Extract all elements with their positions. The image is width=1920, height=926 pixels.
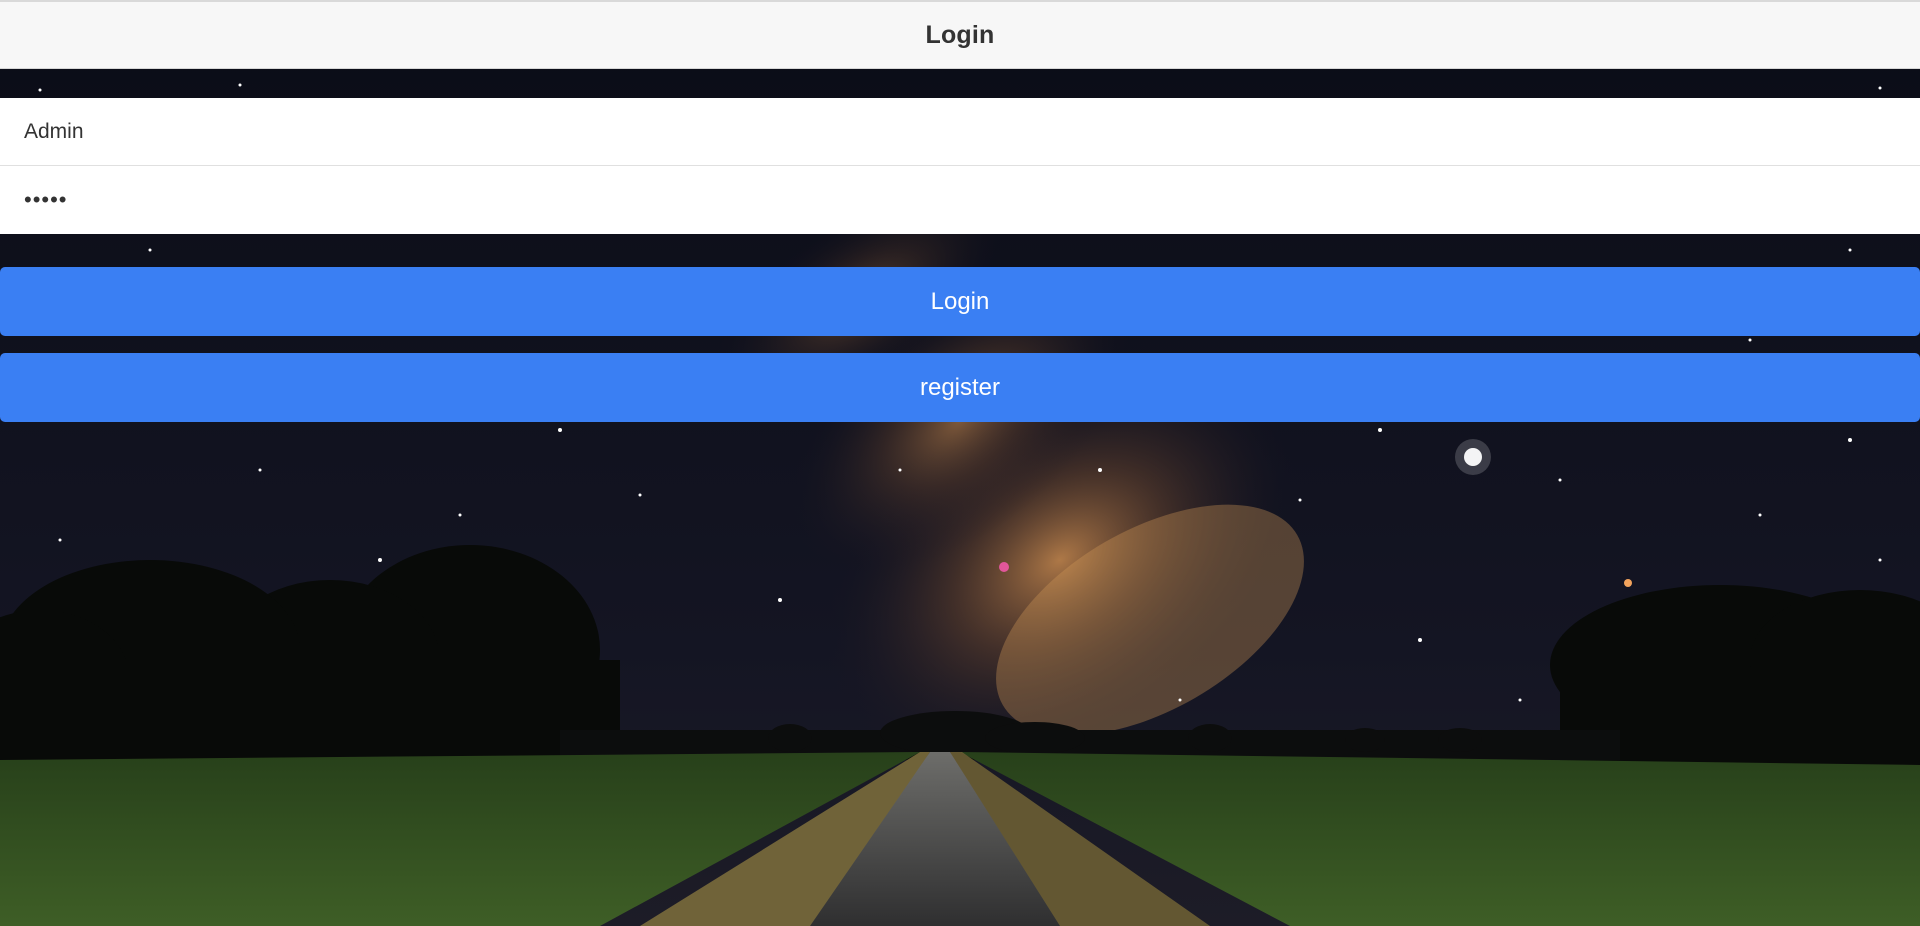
page-title: Login: [925, 20, 995, 49]
register-button-label: register: [919, 373, 1001, 401]
header-bar: Login: [0, 0, 1920, 69]
login-form: [0, 98, 1920, 234]
login-button-label: Login: [930, 287, 990, 315]
login-page: Login Login register: [0, 0, 1920, 926]
login-button[interactable]: Login: [0, 267, 1920, 336]
password-input[interactable]: [0, 166, 1920, 234]
username-input[interactable]: [0, 98, 1920, 166]
register-button[interactable]: register: [0, 353, 1920, 422]
